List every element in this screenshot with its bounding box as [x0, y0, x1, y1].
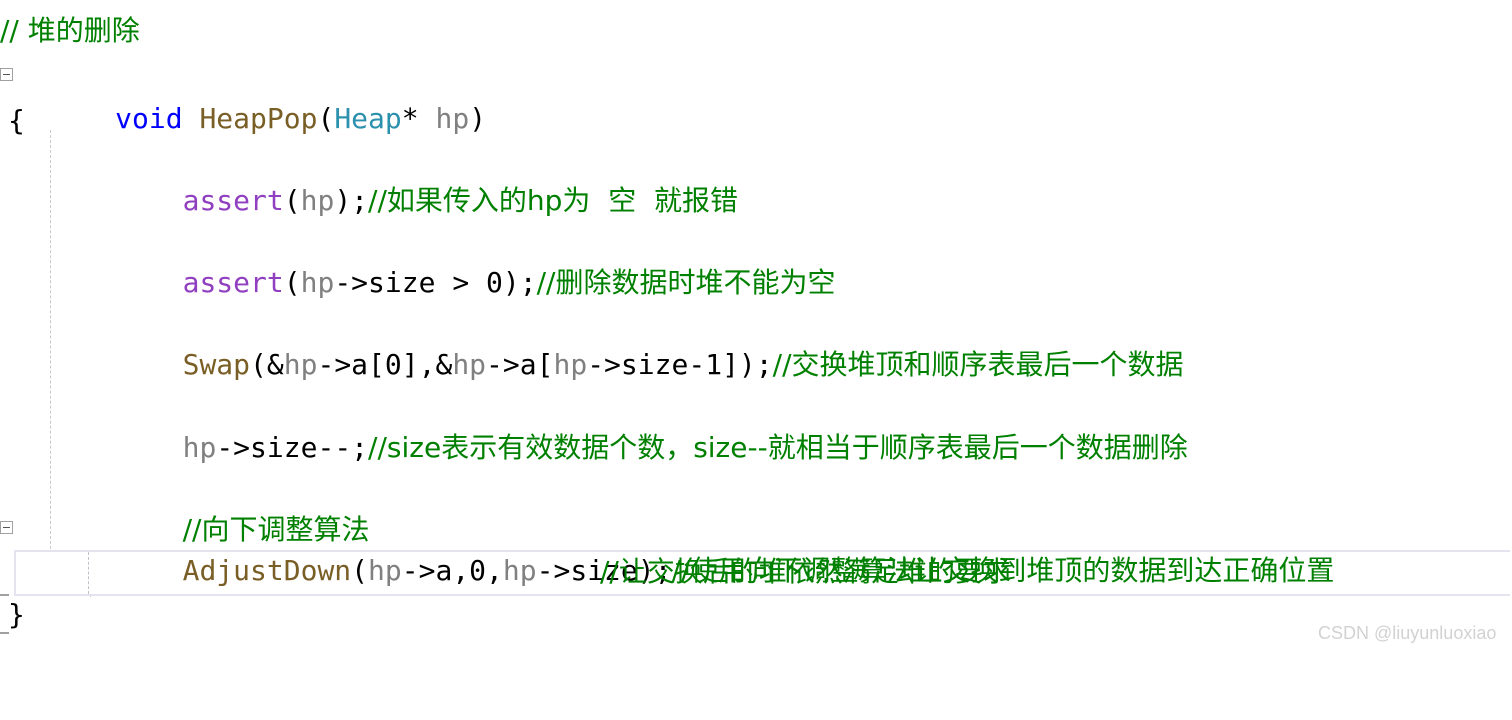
- indent-line-8: [115, 348, 182, 381]
- comment-swap-top-and-last: //交换堆顶和顺序表最后一个数据: [772, 348, 1184, 381]
- code-line-12[interactable]: //向下调整算法: [0, 467, 1512, 546]
- variable-hp-swap-1: hp: [283, 348, 318, 381]
- variable-hp-assert-2: hp: [300, 266, 335, 299]
- variable-hp-swap-3: hp: [553, 348, 588, 381]
- comment-heap-delete: // 堆的删除: [0, 14, 140, 47]
- comment-assert-nonempty: //删除数据时堆不能为空: [536, 266, 836, 299]
- indent-line-6: [115, 266, 182, 299]
- expression-size-decrement: ->size--;: [216, 431, 369, 464]
- code-editor[interactable]: // 堆的删除 void HeapPop(Heap* hp) { assert(…: [0, 0, 1512, 656]
- swap-punct-1: (&: [250, 348, 284, 381]
- code-line-3[interactable]: {: [0, 100, 1512, 142]
- comment-heap-property-preserved: //让交换后的堆依然满足堆的要求: [600, 555, 1011, 588]
- paren-open-assert-1: (: [283, 184, 301, 217]
- comment-size-meaning: //size表示有效数据个数，size--就相当于顺序表最后一个数据删除: [368, 431, 1188, 464]
- indent-line-10: [115, 431, 182, 464]
- paren-close-assert-2: );: [502, 266, 537, 299]
- code-line-4[interactable]: assert(hp);//如果传入的hp为 空 就报错: [0, 138, 1512, 217]
- swap-punct-4: ->size-1]);: [587, 348, 773, 381]
- paren-open-assert-2: (: [283, 266, 301, 299]
- expression-size-gt-zero: ->size > 0: [334, 266, 503, 299]
- csdn-watermark: CSDN @liuyunluoxiao: [1318, 623, 1497, 643]
- code-line-13[interactable]: AdjustDown(hp->a,0,hp->size);//使用向下调整算法让…: [0, 508, 1512, 587]
- code-line-15[interactable]: }: [0, 594, 1512, 636]
- code-line-14[interactable]: //让交换后的堆依然满足堆的要求: [0, 551, 1512, 593]
- code-line-8[interactable]: Swap(&hp->a[0],&hp->a[hp->size-1]);//交换堆…: [0, 302, 1512, 381]
- brace-open-function: {: [8, 104, 25, 137]
- macro-assert-2: assert: [182, 266, 284, 299]
- indent-line-4: [115, 184, 182, 217]
- paren-close-assert-1: );: [334, 184, 369, 217]
- variable-hp-swap-2: hp: [452, 348, 487, 381]
- variable-hp-size-decrement: hp: [182, 431, 217, 464]
- variable-hp-assert-1: hp: [300, 184, 335, 217]
- code-line-2[interactable]: void HeapPop(Heap* hp): [0, 56, 1512, 135]
- swap-punct-3: ->a[: [486, 348, 554, 381]
- brace-close-function: }: [8, 598, 25, 631]
- macro-assert-1: assert: [182, 184, 284, 217]
- code-line-10[interactable]: hp->size--;//size表示有效数据个数，size--就相当于顺序表最…: [0, 385, 1512, 464]
- code-line-6[interactable]: assert(hp->size > 0);//删除数据时堆不能为空: [0, 220, 1512, 299]
- swap-punct-2: ->a[0],&: [317, 348, 453, 381]
- comment-assert-null-check: //如果传入的hp为 空 就报错: [368, 184, 739, 217]
- function-call-swap: Swap: [182, 348, 251, 381]
- code-line-1[interactable]: // 堆的删除: [0, 10, 1512, 52]
